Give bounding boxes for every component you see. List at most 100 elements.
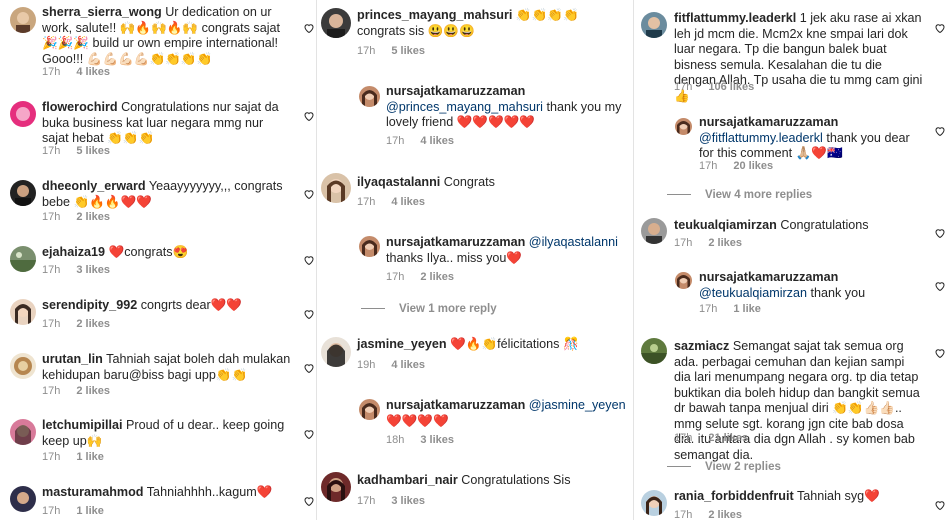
reply-username[interactable]: nursajatkamaruzzaman — [386, 398, 525, 412]
reply-username[interactable]: nursajatkamaruzzaman — [699, 270, 838, 284]
avatar[interactable] — [10, 180, 36, 206]
reply-likes[interactable]: 3 likes — [420, 434, 454, 446]
avatar[interactable] — [321, 337, 351, 367]
like-heart-icon[interactable] — [934, 125, 946, 137]
comment-text: Tahniah syg❤️ — [796, 489, 880, 503]
reply-time: 17h — [386, 271, 405, 283]
comment-time: 17h — [674, 432, 693, 444]
comments-column-3: fitflattummy.leaderkl 1 jek aku rase ai … — [633, 0, 950, 520]
avatar[interactable] — [675, 118, 692, 135]
comment-username[interactable]: flowerochird — [42, 100, 118, 114]
comment-username[interactable]: fitflattummy.leaderkl — [674, 11, 796, 25]
comment-likes[interactable]: 2 likes — [76, 318, 110, 330]
avatar[interactable] — [10, 299, 36, 325]
avatar[interactable] — [321, 8, 351, 38]
like-heart-icon[interactable] — [303, 188, 315, 200]
comment-username[interactable]: sherra_sierra_wong — [42, 5, 162, 19]
comment-username[interactable]: rania_forbiddenfruit — [674, 489, 794, 503]
view-more-replies[interactable]: View 2 replies — [667, 461, 781, 473]
comment-likes[interactable]: 5 likes — [76, 145, 110, 157]
comment-text: Congratulations Sis — [461, 473, 571, 487]
avatar[interactable] — [10, 486, 36, 512]
comment-likes[interactable]: 1 like — [76, 505, 104, 517]
reply-mention[interactable]: @princes_mayang_mahsuri — [386, 100, 543, 114]
comment-likes[interactable]: 3 likes — [76, 264, 110, 276]
avatar[interactable] — [675, 272, 692, 289]
comment-time: 17h — [357, 45, 376, 57]
like-heart-icon[interactable] — [934, 499, 946, 511]
comment-likes[interactable]: 21 likes — [708, 432, 748, 444]
reply-time: 18h — [386, 434, 405, 446]
like-heart-icon[interactable] — [303, 362, 315, 374]
avatar[interactable] — [641, 338, 667, 364]
reply-username[interactable]: nursajatkamaruzzaman — [699, 115, 838, 129]
comment-username[interactable]: teukualqiamirzan — [674, 218, 777, 232]
reply-mention[interactable]: @ilyaqastalanni — [529, 235, 618, 249]
comment-text: Tahniahhhh..kagum❤️ — [146, 485, 273, 499]
comment-username[interactable]: kadhambari_nair — [357, 473, 458, 487]
reply-likes[interactable]: 1 like — [733, 303, 761, 315]
comment-username[interactable]: ilyaqastalanni — [357, 175, 440, 189]
avatar[interactable] — [359, 86, 380, 107]
comment-likes[interactable]: 4 likes — [391, 359, 425, 371]
comment-username[interactable]: letchumipillai — [42, 418, 122, 432]
comment-likes[interactable]: 2 likes — [708, 509, 742, 520]
like-heart-icon[interactable] — [303, 308, 315, 320]
comment-likes[interactable]: 1 like — [76, 451, 104, 463]
like-heart-icon[interactable] — [934, 347, 946, 359]
view-more-replies[interactable]: View 1 more reply — [361, 303, 497, 315]
avatar[interactable] — [321, 173, 351, 203]
comment-username[interactable]: jasmine_yeyen — [357, 337, 447, 351]
comment-likes[interactable]: 2 likes — [708, 237, 742, 249]
reply-likes[interactable]: 2 likes — [420, 271, 454, 283]
comment-time: 19h — [357, 359, 376, 371]
comment-likes[interactable]: 5 likes — [391, 45, 425, 57]
comment-username[interactable]: masturamahmod — [42, 485, 143, 499]
avatar[interactable] — [321, 472, 351, 502]
comment-likes[interactable]: 4 likes — [391, 196, 425, 208]
comment-username[interactable]: urutan_lin — [42, 352, 103, 366]
reply-meta: 18h 3 likes — [386, 434, 454, 446]
avatar[interactable] — [641, 12, 667, 38]
comment-likes[interactable]: 106 likes — [708, 81, 754, 93]
like-heart-icon[interactable] — [934, 227, 946, 239]
like-heart-icon[interactable] — [303, 254, 315, 266]
avatar[interactable] — [359, 399, 380, 420]
reply-username[interactable]: nursajatkamaruzzaman — [386, 84, 525, 98]
avatar[interactable] — [641, 490, 667, 516]
like-heart-icon[interactable] — [303, 22, 315, 34]
comment-username[interactable]: sazmiacz — [674, 339, 729, 353]
comment-meta: 17h 2 likes — [42, 318, 110, 330]
reply-username[interactable]: nursajatkamaruzzaman — [386, 235, 525, 249]
comment-username[interactable]: serendipity_992 — [42, 298, 137, 312]
comment-username[interactable]: dheeonly_erward — [42, 179, 146, 193]
like-heart-icon[interactable] — [303, 428, 315, 440]
comment-meta: 17h 3 likes — [357, 495, 425, 507]
avatar[interactable] — [10, 246, 36, 272]
reply-likes[interactable]: 4 likes — [420, 135, 454, 147]
like-heart-icon[interactable] — [303, 495, 315, 507]
comment-likes[interactable]: 2 likes — [76, 385, 110, 397]
avatar[interactable] — [10, 7, 36, 33]
like-heart-icon[interactable] — [303, 110, 315, 122]
avatar[interactable] — [10, 419, 36, 445]
avatar[interactable] — [359, 236, 380, 257]
reply-mention[interactable]: @teukualqiamirzan — [699, 286, 807, 300]
reply-mention[interactable]: @jasmine_yeyen — [529, 398, 626, 412]
comment-time: 17h — [42, 451, 61, 463]
like-heart-icon[interactable] — [934, 22, 946, 34]
comment-likes[interactable]: 3 likes — [391, 495, 425, 507]
like-heart-icon[interactable] — [934, 280, 946, 292]
avatar[interactable] — [641, 218, 667, 244]
reply-likes[interactable]: 20 likes — [733, 160, 773, 172]
comment-username[interactable]: ejahaiza19 — [42, 245, 105, 259]
comment-text: congrts dear❤️❤️ — [140, 298, 243, 312]
comment-meta: 17h 2 likes — [674, 237, 742, 249]
avatar[interactable] — [10, 101, 36, 127]
comment-likes[interactable]: 4 likes — [76, 66, 110, 78]
reply-mention[interactable]: @fitflattummy.leaderkl — [699, 131, 823, 145]
view-more-replies[interactable]: View 4 more replies — [667, 189, 812, 201]
comment-username[interactable]: princes_mayang_mahsuri — [357, 8, 512, 22]
avatar[interactable] — [10, 353, 36, 379]
comment-likes[interactable]: 2 likes — [76, 211, 110, 223]
